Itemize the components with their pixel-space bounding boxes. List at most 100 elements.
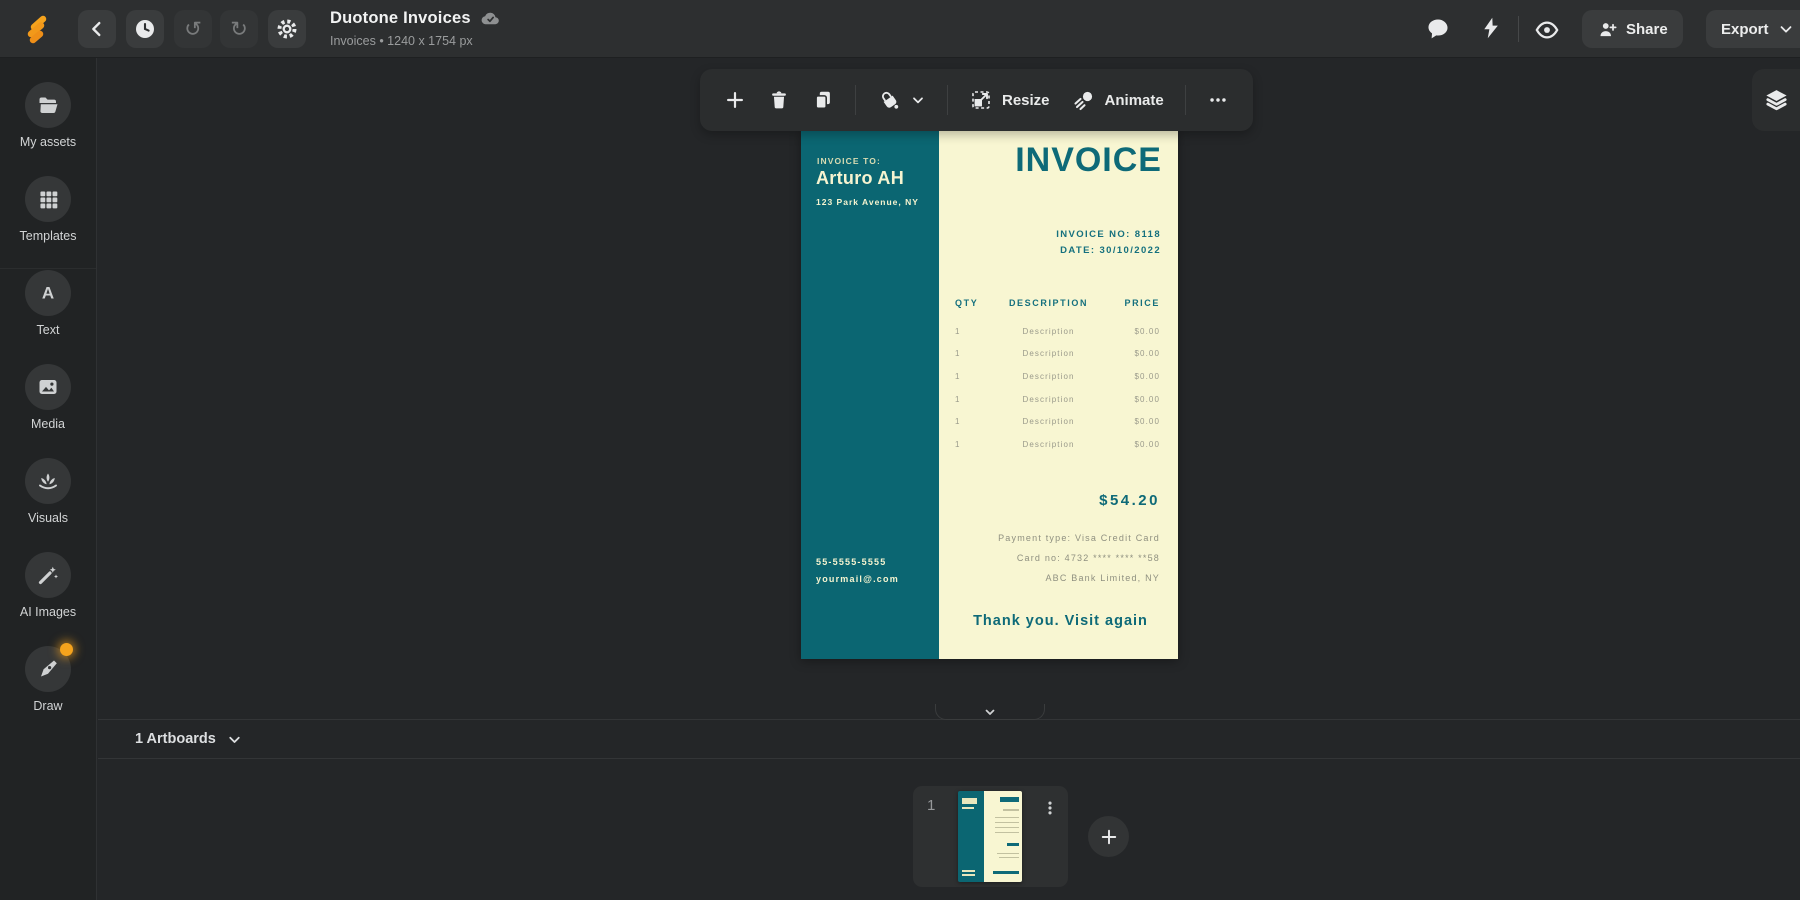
magic-wand-icon [36,563,60,587]
draw-new-badge [60,643,73,656]
animate-button[interactable]: Animate [1061,88,1175,112]
cell-desc: Description [999,395,1098,404]
upgrade-button[interactable] [1478,15,1504,41]
invoice-table-row[interactable]: 1 Description $0.00 [939,440,1178,451]
document-title[interactable]: Duotone Invoices [330,9,471,28]
folder-open-icon [36,93,60,117]
topbar-divider [1518,16,1519,42]
paint-bucket-icon [877,88,901,112]
sidebar-item-media[interactable]: Media [0,364,97,431]
chevron-down-icon [1777,20,1795,38]
undo-button[interactable]: ↺ [174,10,212,48]
cell-price: $0.00 [1134,349,1160,358]
cloud-saved-icon [480,8,501,29]
invoice-thanks[interactable]: Thank you. Visit again [957,613,1164,629]
app-logo[interactable] [20,11,56,47]
thumb-body [984,791,1022,882]
gear-icon [275,17,299,41]
invoice-table-row[interactable]: 1 Description $0.00 [939,372,1178,383]
share-label: Share [1626,21,1668,38]
card-number-line[interactable]: Card no: 4732 **** **** **58 [1017,553,1160,563]
invoice-teal-column[interactable]: INVOICE TO: Arturo AH 123 Park Avenue, N… [801,129,939,659]
cell-price: $0.00 [1134,372,1160,381]
animate-comet-icon [1072,88,1096,112]
layers-panel-button[interactable] [1752,69,1800,131]
toolbar-divider [855,85,856,115]
cell-qty: 1 [955,327,961,336]
sidebar-divider [0,268,96,269]
preview-button[interactable] [1534,17,1560,43]
artboard-menu-button[interactable] [1041,797,1059,824]
app-logo-icon [20,11,56,47]
artboard-card-1[interactable]: 1 [913,786,1068,887]
cell-desc: Description [999,349,1098,358]
version-history-button[interactable] [126,10,164,48]
col-price-header: PRICE [1124,298,1160,308]
delete-button[interactable] [760,78,798,122]
cell-price: $0.00 [1134,395,1160,404]
invoice-table-header[interactable]: QTY DESCRIPTION PRICE [939,298,1178,310]
document-title-block: Duotone Invoices Invoices • 1240 x 1754 … [330,8,501,48]
chevron-down-icon [910,92,926,108]
redo-button[interactable]: ↻ [220,10,258,48]
duplicate-button[interactable] [804,78,842,122]
invoice-to-address[interactable]: 123 Park Avenue, NY [816,197,919,207]
plus-icon [724,89,746,111]
col-qty-header: QTY [955,298,978,308]
invoice-table-row[interactable]: 1 Description $0.00 [939,395,1178,406]
sidebar-item-my-assets[interactable]: My assets [0,82,97,149]
cell-price: $0.00 [1134,440,1160,449]
image-icon [36,375,60,399]
add-element-button[interactable] [716,78,754,122]
more-options-button[interactable] [1199,78,1237,122]
artboards-strip: 1 [98,760,1800,900]
sidebar-item-text[interactable]: A Text [0,270,97,337]
invoice-date[interactable]: DATE: 30/10/2022 [1060,245,1161,256]
cell-desc: Description [999,372,1098,381]
chevron-left-icon [86,18,108,40]
chevron-down-icon [983,705,997,719]
invoice-artboard[interactable]: INVOICE TO: Arturo AH 123 Park Avenue, N… [801,129,1178,659]
history-clock-icon [133,17,157,41]
invoice-heading[interactable]: INVOICE [1015,141,1162,180]
invoice-total[interactable]: $54.20 [1099,492,1160,509]
undo-icon: ↺ [184,19,202,40]
col-desc-header: DESCRIPTION [999,298,1098,308]
sidebar-item-draw[interactable]: Draw [0,646,97,713]
invoice-body[interactable]: INVOICE INVOICE NO: 8118 DATE: 30/10/202… [939,129,1178,659]
toolbar-divider [947,85,948,115]
bank-line[interactable]: ABC Bank Limited, NY [1045,573,1160,583]
animate-label: Animate [1105,92,1164,109]
invoice-table-row[interactable]: 1 Description $0.00 [939,417,1178,428]
invoice-table-row[interactable]: 1 Description $0.00 [939,349,1178,360]
settings-button[interactable] [268,10,306,48]
sidebar-item-ai-images[interactable]: AI Images [0,552,97,619]
add-artboard-button[interactable] [1088,816,1129,857]
payment-type-line[interactable]: Payment type: Visa Credit Card [998,533,1160,543]
invoice-phone[interactable]: 55-5555-5555 [816,557,886,567]
collapse-artboards-handle[interactable] [935,704,1045,720]
cell-price: $0.00 [1134,417,1160,426]
chevron-down-icon [226,731,243,748]
sidebar-item-visuals[interactable]: Visuals [0,458,97,525]
fill-color-button[interactable] [866,88,937,112]
comments-button[interactable] [1425,16,1451,42]
invoice-to-name[interactable]: Arturo AH [816,168,904,189]
invoice-table-row[interactable]: 1 Description $0.00 [939,327,1178,338]
toolbar-divider [1185,85,1186,115]
artboard-thumbnail[interactable] [958,791,1022,882]
export-button[interactable]: Export [1706,10,1800,48]
export-label: Export [1721,21,1769,38]
artboards-dropdown[interactable]: 1 Artboards [135,731,243,748]
svg-text:A: A [42,284,54,303]
sidebar-item-templates[interactable]: Templates [0,176,97,243]
invoice-email[interactable]: yourmail@.com [816,574,899,584]
share-button[interactable]: Share [1582,10,1683,48]
cell-desc: Description [999,327,1098,336]
artboards-bar: 1 Artboards [98,719,1800,759]
invoice-number[interactable]: INVOICE NO: 8118 [1056,229,1161,240]
cell-desc: Description [999,440,1098,449]
resize-button[interactable]: Resize [958,88,1061,112]
invoice-to-label[interactable]: INVOICE TO: [817,156,881,166]
back-button[interactable] [78,10,116,48]
